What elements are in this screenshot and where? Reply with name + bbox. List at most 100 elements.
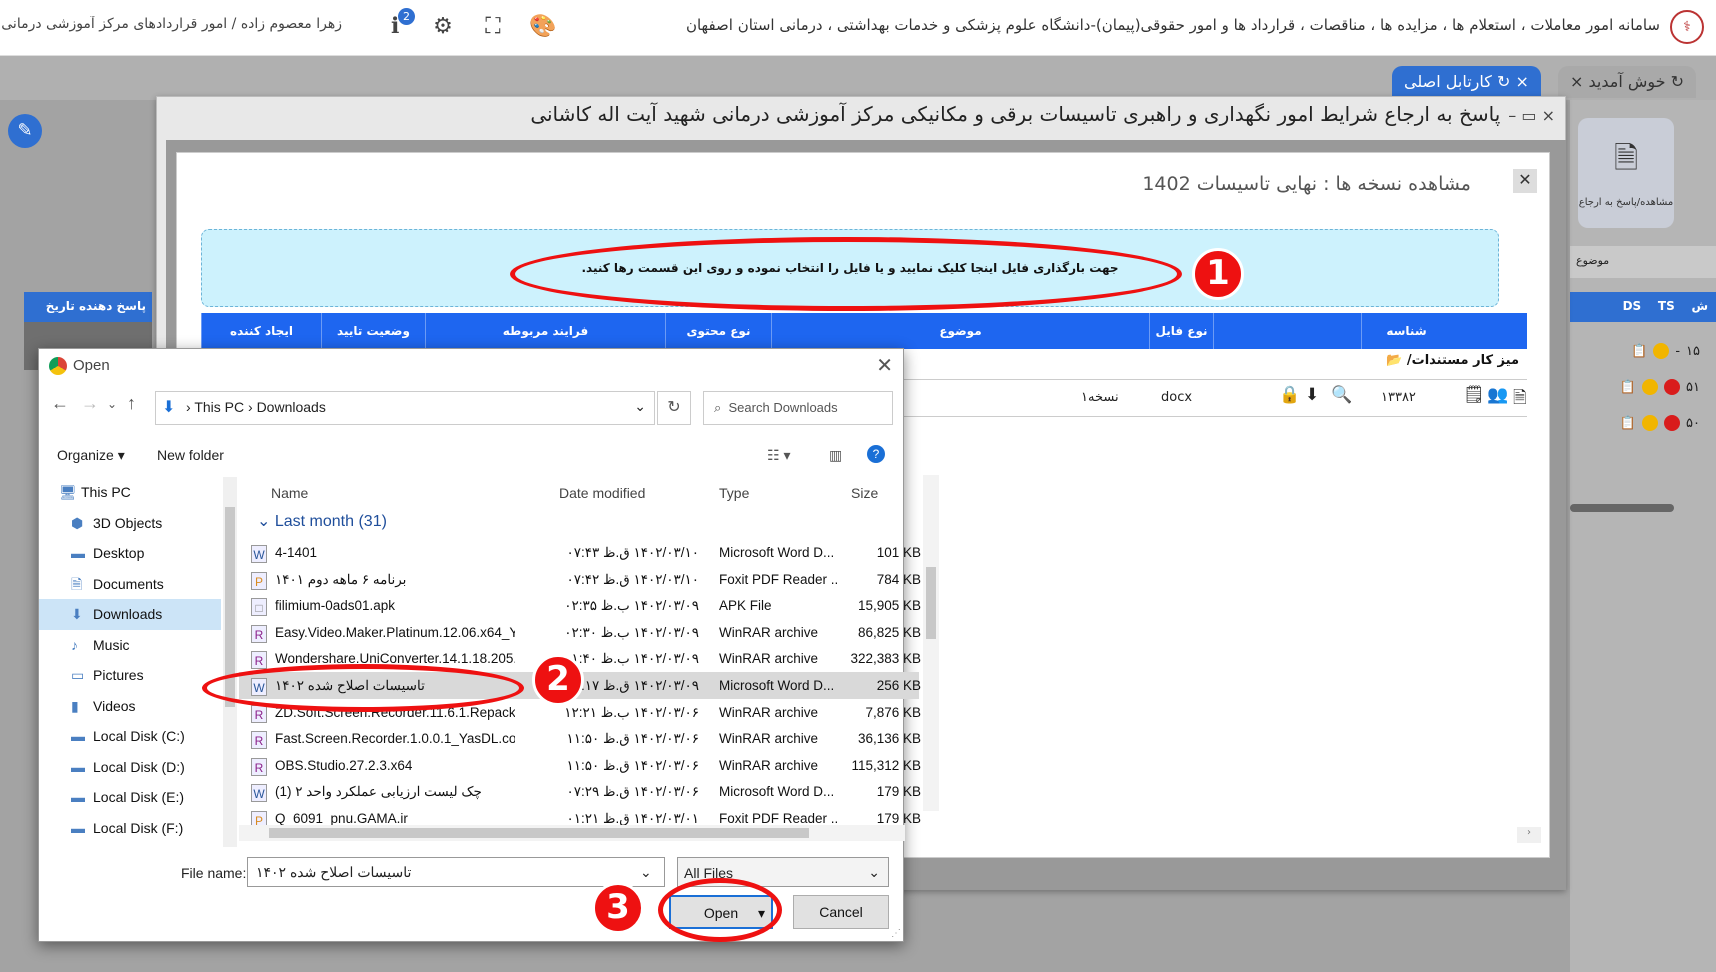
nav-item-desktop[interactable]: ▬ Desktop — [39, 538, 221, 569]
column-date-modified[interactable]: Date modified — [559, 485, 645, 501]
users-icon[interactable]: 👥 — [1487, 385, 1508, 405]
nav-item-this-pc[interactable]: 🖥 This PC — [39, 477, 221, 508]
view-referral-card[interactable]: 🗎 مشاهده/پاسخ به ارجاع — [1578, 118, 1674, 228]
gear-icon[interactable]: ⚙ — [428, 12, 458, 42]
desktop-icon: ▬ — [71, 545, 85, 561]
tab-welcome[interactable]: ↻ خوش آمدید × — [1558, 66, 1697, 98]
file-row[interactable]: R OBS.Studio.27.2.3.x64 ۱۴۰۲/۰۳/۰۶ ق.ظ ۱۱:… — [239, 752, 921, 779]
search-placeholder: Search Downloads — [728, 400, 838, 415]
close-icon[interactable]: × — [1515, 72, 1528, 91]
nav-item-pictures[interactable]: ▭ Pictures — [39, 660, 221, 691]
breadcrumb-this-pc[interactable]: This PC — [194, 399, 244, 415]
file-row[interactable]: W (1) چک لیست ارزیابی عملکرد واحد ۲ ۱۴۰۲/۰… — [239, 778, 921, 805]
new-folder-button[interactable]: New folder — [157, 447, 224, 463]
header-subject: موضوع — [771, 313, 1149, 349]
tab-main-cartable[interactable]: × ↻ کارتابل اصلی — [1392, 66, 1541, 98]
refresh-icon[interactable]: ↻ — [1497, 72, 1510, 91]
column-type[interactable]: Type — [719, 485, 749, 501]
view-options-icon[interactable]: ☷ ▾ — [767, 447, 790, 464]
forward-arrow-icon[interactable]: → — [81, 393, 99, 414]
file-type: WinRAR archive — [719, 651, 819, 667]
download-icon[interactable]: ⬇ — [1305, 385, 1319, 405]
file-name-input[interactable]: تاسیسات اصلاح شده ۱۴۰۲ ⌄ — [247, 857, 665, 887]
help-icon[interactable]: ? — [867, 445, 885, 463]
notes-icon[interactable]: 🗒 — [1463, 385, 1485, 405]
file-size: 322,383 KB — [850, 651, 921, 667]
dash: - — [1675, 343, 1681, 359]
close-icon[interactable]: × — [1570, 72, 1583, 91]
versions-title: مشاهده نسخه ها : نهایی تاسیسات 1402 — [1142, 173, 1471, 195]
tab-label: کارتابل اصلی — [1404, 72, 1492, 91]
file-row[interactable]: □ filimium-0ads01.apk ۱۴۰۲/۰۳/۰۹ ب.ظ ۰۲:۳۵… — [239, 592, 921, 619]
subject-field[interactable]: موضوع — [1570, 246, 1716, 278]
file-type: Microsoft Word D... — [719, 545, 835, 560]
up-arrow-icon[interactable]: ↑ — [127, 393, 136, 414]
table-row[interactable]: 📋 ۵۱ — [1570, 372, 1710, 402]
preview-icon[interactable]: 🔍 — [1331, 385, 1352, 405]
file-name: filimium-0ads01.apk — [275, 598, 396, 614]
file-name: Easy.Video.Maker.Platinum.12.06.x64_Yas.… — [275, 624, 515, 640]
file-date: ۱۴۰۲/۰۳/۰۹ ب.ظ ۰۲:۳۰ — [564, 624, 699, 640]
refresh-icon[interactable]: ↻ — [1671, 72, 1684, 91]
disk-icon: ▬ — [71, 758, 85, 775]
nav-item-3d-objects[interactable]: ⬢ 3D Objects — [39, 508, 221, 539]
document-icon[interactable]: 🗎 — [1513, 385, 1527, 414]
file-size: 179 KB — [876, 810, 921, 826]
edit-button[interactable]: ✎ — [8, 114, 42, 148]
back-arrow-icon[interactable]: ← — [51, 393, 69, 414]
resize-grip-icon[interactable]: ⋰ — [891, 928, 901, 939]
nav-label: Music — [93, 636, 130, 653]
scrollbar-thumb[interactable] — [926, 567, 936, 639]
nav-item-downloads[interactable]: ⬇ Downloads — [39, 599, 221, 630]
window-controls[interactable]: × ▭ – — [1508, 106, 1555, 125]
close-button[interactable]: ✕ — [1513, 169, 1537, 193]
background-panel — [1570, 100, 1716, 972]
nav-item-local-disk-e[interactable]: ▬ Local Disk (E:) — [39, 782, 221, 813]
lock-icon[interactable]: 🔒 — [1279, 385, 1300, 405]
file-row[interactable]: W 4-1401 ۱۴۰۲/۰۳/۱۰ ق.ظ ۰۷:۴۳ Microsoft Wor… — [239, 539, 921, 566]
table-row[interactable]: 📋 ۵۰ — [1570, 408, 1710, 438]
group-header[interactable]: ⌄ Last month (31) — [257, 511, 387, 531]
scrollbar[interactable] — [1570, 504, 1674, 512]
cancel-button[interactable]: Cancel — [793, 895, 889, 929]
card-label: مشاهده/پاسخ به ارجاع — [1578, 197, 1674, 208]
palette-icon[interactable]: 🎨 — [528, 12, 558, 42]
organize-menu[interactable]: Organize ▾ — [57, 447, 125, 464]
chevron-down-icon: ⌄ — [868, 864, 880, 880]
column-name[interactable]: Name — [271, 485, 308, 501]
refresh-button[interactable]: ↻ — [657, 391, 691, 425]
search-input[interactable]: ⌕ Search Downloads — [703, 391, 893, 425]
file-name: برنامه ۶ ماهه دوم ۱۴۰۱ — [275, 571, 407, 587]
scrollbar-thumb[interactable] — [269, 828, 809, 838]
recent-dropdown-icon[interactable]: ⌄ — [107, 397, 117, 411]
close-icon[interactable]: ✕ — [876, 353, 893, 378]
chevron-down-icon[interactable]: ⌄ — [634, 398, 646, 415]
nav-item-music[interactable]: ♪ Music — [39, 630, 221, 661]
nav-item-videos[interactable]: ▮ Videos — [39, 691, 221, 722]
address-bar[interactable]: ⬇ › This PC › Downloads ⌄ — [155, 391, 655, 425]
nav-label: Local Disk (E:) — [93, 789, 185, 805]
folder-path[interactable]: میز کار مستندات/ 📂 — [1386, 353, 1519, 368]
file-list-scrollbar[interactable] — [923, 475, 939, 811]
nav-item-local-disk-c[interactable]: ▬ Local Disk (C:) — [39, 721, 221, 752]
file-name: Q_6091_pnu.GAMA.ir — [275, 810, 408, 826]
file-row[interactable]: R Fast.Screen.Recorder.1.0.0.1_YasDL.com ۱… — [239, 725, 921, 752]
status-dot — [1642, 415, 1659, 431]
file-row[interactable]: R Easy.Video.Maker.Platinum.12.06.x64_Yas… — [239, 619, 921, 646]
nav-scrollbar[interactable] — [223, 477, 237, 847]
breadcrumb-downloads[interactable]: Downloads — [257, 399, 326, 415]
fullscreen-icon[interactable]: ⛶ — [478, 12, 508, 42]
column-size[interactable]: Size — [851, 485, 878, 501]
file-type: WinRAR archive — [719, 704, 819, 720]
nav-item-local-disk-d[interactable]: ▬ Local Disk (D:) — [39, 752, 221, 783]
file-size: 256 KB — [876, 677, 921, 693]
file-row[interactable]: P برنامه ۶ ماهه دوم ۱۴۰۱ ۱۴۰۲/۰۳/۱۰ ق.ظ ۰۷… — [239, 566, 921, 593]
horizontal-scrollbar[interactable] — [239, 825, 905, 841]
preview-pane-icon[interactable]: ▥ — [829, 447, 842, 464]
nav-item-local-disk-f[interactable]: ▬ Local Disk (F:) — [39, 813, 221, 844]
chevron-down-icon[interactable]: ⌄ — [640, 864, 652, 881]
nav-item-documents[interactable]: 🗎 Documents — [39, 569, 221, 600]
table-row[interactable]: 📋 -۱۵ — [1570, 336, 1710, 366]
scroll-right-arrow[interactable]: › — [1517, 827, 1541, 843]
nav-label: Local Disk (F:) — [93, 819, 184, 836]
